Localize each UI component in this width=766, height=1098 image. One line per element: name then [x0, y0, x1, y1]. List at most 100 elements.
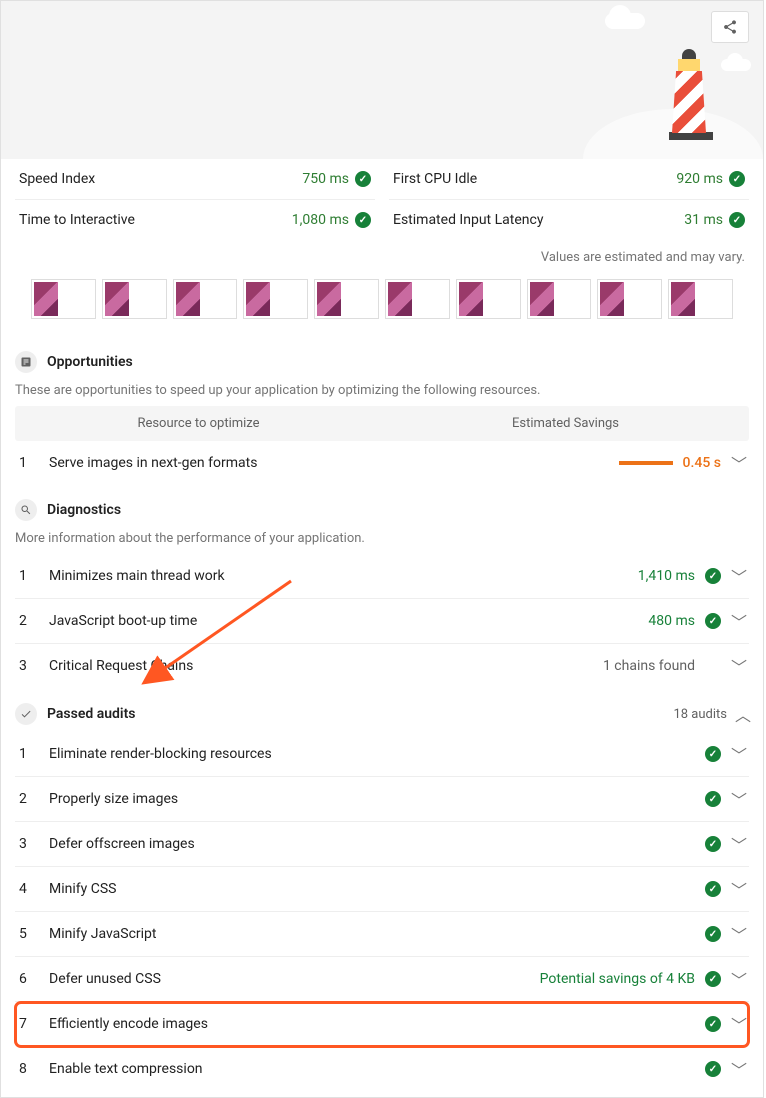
audit-index: 5 — [19, 926, 39, 942]
chevron-down-icon[interactable]: ﹀ — [731, 832, 745, 856]
cloud-decoration — [605, 13, 645, 29]
filmstrip-frame — [243, 279, 308, 319]
pass-icon: ✓ — [705, 881, 721, 897]
passed-audit-row[interactable]: 4 Minify CSS ✓ ﹀ — [15, 867, 749, 912]
audit-index: 3 — [19, 658, 39, 674]
metric-label: Estimated Input Latency — [393, 212, 543, 228]
audit-extra: Potential savings of 4 KB — [540, 971, 695, 987]
share-icon — [722, 19, 738, 35]
pass-icon: ✓ — [705, 613, 721, 629]
col-resource: Resource to optimize — [15, 416, 382, 431]
diagnostics-icon — [15, 499, 37, 521]
opportunities-section: Opportunities These are opportunities to… — [1, 337, 763, 485]
pass-icon: ✓ — [705, 1061, 721, 1077]
report-hero — [1, 1, 763, 159]
metric-value: 1,080 ms ✓ — [292, 212, 371, 228]
check-icon — [15, 703, 37, 725]
filmstrip-frame — [668, 279, 733, 319]
passed-audit-row[interactable]: 6 Defer unused CSS Potential savings of … — [15, 957, 749, 1002]
filmstrip-frame — [314, 279, 379, 319]
metric-row: Speed Index 750 ms ✓ — [15, 158, 375, 199]
filmstrip-frame — [456, 279, 521, 319]
diagnostic-row[interactable]: 3 Critical Request Chains 1 chains found… — [15, 644, 749, 688]
diagnostics-section: Diagnostics More information about the p… — [1, 485, 763, 688]
diagnostic-value: 1,410 ms — [638, 568, 695, 584]
audit-title: Serve images in next-gen formats — [49, 455, 609, 471]
passed-audit-row[interactable]: 1 Eliminate render-blocking resources ✓ … — [15, 732, 749, 777]
pass-icon: ✓ — [355, 212, 371, 228]
metric-value: 31 ms ✓ — [684, 212, 745, 228]
audit-title: Critical Request Chains — [49, 658, 593, 674]
passed-audit-row[interactable]: 5 Minify JavaScript ✓ ﹀ — [15, 912, 749, 957]
audit-title: JavaScript boot-up time — [49, 613, 638, 629]
filmstrip-frame — [31, 279, 96, 319]
chevron-down-icon[interactable]: ﹀ — [731, 1057, 745, 1081]
diagnostic-row[interactable]: 1 Minimizes main thread work 1,410 ms ✓ … — [15, 554, 749, 599]
audit-title: Minimizes main thread work — [49, 568, 628, 584]
chevron-down-icon[interactable]: ﹀ — [731, 451, 745, 475]
pass-icon: ✓ — [705, 971, 721, 987]
chevron-down-icon[interactable]: ﹀ — [731, 742, 745, 766]
share-button[interactable] — [711, 11, 749, 43]
pass-icon: ✓ — [729, 212, 745, 228]
metric-value: 920 ms ✓ — [676, 171, 745, 187]
metric-label: Time to Interactive — [19, 212, 135, 228]
passed-audit-row[interactable]: 8 Enable text compression ✓ ﹀ — [15, 1047, 749, 1091]
audit-index: 1 — [19, 455, 39, 471]
audit-index: 4 — [19, 881, 39, 897]
chevron-down-icon[interactable]: ﹀ — [731, 877, 745, 901]
savings-value: 0.45 s — [683, 455, 721, 471]
chevron-down-icon[interactable]: ﹀ — [731, 609, 745, 633]
metric-row: Time to Interactive 1,080 ms ✓ — [15, 199, 375, 240]
filmstrip — [1, 271, 763, 337]
filmstrip-frame — [102, 279, 167, 319]
audit-index: 6 — [19, 971, 39, 987]
metrics-grid: Speed Index 750 ms ✓ Time to Interactive… — [1, 158, 763, 240]
col-savings: Estimated Savings — [382, 416, 749, 431]
audit-index: 2 — [19, 613, 39, 629]
chevron-down-icon[interactable]: ﹀ — [731, 1012, 745, 1036]
chevron-down-icon[interactable]: ﹀ — [731, 787, 745, 811]
lighthouse-icon — [669, 49, 709, 139]
opportunities-columns: Resource to optimize Estimated Savings — [15, 406, 749, 441]
opportunities-desc: These are opportunities to speed up your… — [15, 379, 749, 406]
chevron-up-icon[interactable]: ︿ — [735, 702, 749, 726]
audit-title: Minify CSS — [49, 881, 695, 897]
chevron-down-icon[interactable]: ﹀ — [731, 654, 745, 678]
audit-title: Properly size images — [49, 791, 695, 807]
audit-title: Defer offscreen images — [49, 836, 695, 852]
metric-label: Speed Index — [19, 171, 95, 187]
diagnostic-value: 480 ms — [648, 613, 695, 629]
pass-icon: ✓ — [705, 1016, 721, 1032]
passed-audit-row[interactable]: 7 Efficiently encode images ✓ ﹀ — [15, 1002, 749, 1047]
pass-icon: ✓ — [705, 836, 721, 852]
metric-label: First CPU Idle — [393, 171, 477, 187]
filmstrip-frame — [173, 279, 238, 319]
opportunities-title: Opportunities — [47, 354, 133, 370]
pass-icon: ✓ — [705, 746, 721, 762]
audit-index: 3 — [19, 836, 39, 852]
diagnostic-row[interactable]: 2 JavaScript boot-up time 480 ms ✓ ﹀ — [15, 599, 749, 644]
audit-title: Defer unused CSS — [49, 971, 530, 987]
diagnostic-value: 1 chains found — [603, 658, 695, 674]
opportunity-row[interactable]: 1 Serve images in next-gen formats 0.45 … — [15, 441, 749, 485]
passed-audit-row[interactable]: 3 Defer offscreen images ✓ ﹀ — [15, 822, 749, 867]
pass-icon: ✓ — [705, 568, 721, 584]
filmstrip-frame — [385, 279, 450, 319]
chevron-down-icon[interactable]: ﹀ — [731, 922, 745, 946]
metric-row: Estimated Input Latency 31 ms ✓ — [389, 199, 749, 240]
metric-row: First CPU Idle 920 ms ✓ — [389, 158, 749, 199]
filmstrip-frame — [597, 279, 662, 319]
chevron-down-icon[interactable]: ﹀ — [731, 967, 745, 991]
passed-audit-row[interactable]: 2 Properly size images ✓ ﹀ — [15, 777, 749, 822]
passed-audits-section: Passed audits 18 audits ︿ 1 Eliminate re… — [1, 688, 763, 1097]
pass-icon: ✓ — [729, 171, 745, 187]
audit-title: Efficiently encode images — [49, 1016, 695, 1032]
estimated-note: Values are estimated and may vary. — [1, 240, 763, 271]
pass-icon: ✓ — [355, 171, 371, 187]
passed-audits-header[interactable]: Passed audits 18 audits ︿ — [15, 696, 749, 732]
audit-index: 1 — [19, 746, 39, 762]
audit-title: Enable text compression — [49, 1061, 695, 1077]
chevron-down-icon[interactable]: ﹀ — [731, 564, 745, 588]
audit-index: 8 — [19, 1061, 39, 1077]
